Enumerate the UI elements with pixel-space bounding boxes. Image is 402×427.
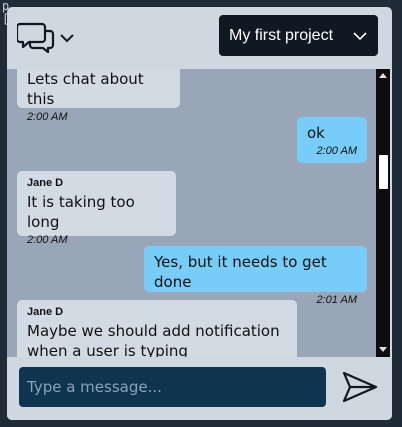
message-time: 2:00 AM bbox=[27, 234, 68, 246]
project-select-value: My first project bbox=[229, 27, 334, 44]
message-text: Maybe we should add notification when a … bbox=[27, 322, 280, 357]
message-text: Lets chat about this bbox=[27, 70, 144, 108]
message-time: 2:00 AM bbox=[316, 145, 357, 157]
chevron-down-icon bbox=[353, 32, 367, 41]
message-bubble-incoming: Jane D It is taking too long 2:00 AM bbox=[17, 171, 176, 246]
message-bubble-incoming: Jane D Maybe we should add notification … bbox=[17, 300, 297, 357]
message-text: ok bbox=[307, 124, 325, 142]
message-text: Yes, but it needs to get done bbox=[154, 253, 327, 291]
chat-header: My first project bbox=[7, 7, 392, 69]
message-bubble-incoming: Lets chat about this 2:00 AM bbox=[17, 69, 180, 123]
message-author: Jane D bbox=[27, 177, 64, 189]
message-composer bbox=[7, 357, 392, 420]
project-select[interactable]: My first project bbox=[219, 15, 378, 56]
message-list[interactable]: Lets chat about this 2:00 AM ok 2:00 AM … bbox=[7, 69, 376, 357]
scroll-down-arrow-icon[interactable] bbox=[379, 347, 387, 352]
send-icon[interactable] bbox=[340, 369, 380, 405]
scroll-thumb[interactable] bbox=[379, 155, 388, 189]
message-time: 2:00 AM bbox=[27, 111, 68, 123]
message-text: It is taking too long bbox=[27, 193, 135, 231]
chevron-down-icon[interactable] bbox=[58, 29, 76, 47]
message-bubble-outgoing: ok 2:00 AM bbox=[297, 117, 367, 163]
chat-bubbles-icon[interactable] bbox=[17, 21, 55, 55]
chat-widget: My first project Lets chat about this 2:… bbox=[7, 7, 392, 420]
message-input[interactable] bbox=[19, 367, 326, 407]
message-author: Jane D bbox=[27, 306, 64, 318]
message-bubble-outgoing: Yes, but it needs to get done 2:01 AM bbox=[144, 246, 367, 306]
scroll-up-arrow-icon[interactable] bbox=[379, 73, 387, 78]
message-scrollbar[interactable] bbox=[376, 69, 390, 357]
